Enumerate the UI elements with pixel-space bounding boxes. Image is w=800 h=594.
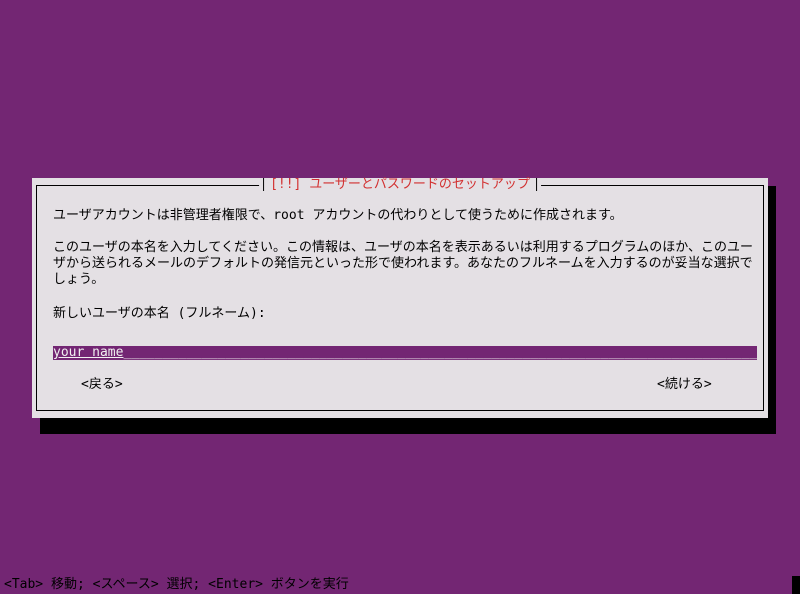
dialog-frame: [!!] ユーザーとパスワードのセットアップ ユーザアカウントは非管理者権限で、… — [36, 178, 764, 411]
full-name-input[interactable]: your name_______________________________… — [53, 346, 757, 360]
dialog-title: [!!] ユーザーとパスワードのセットアップ — [259, 178, 541, 191]
cursor-block — [792, 576, 800, 594]
full-name-prompt: 新しいユーザの本名 (フルネーム): — [53, 306, 266, 321]
installer-screen: [!!] ユーザーとパスワードのセットアップ ユーザアカウントは非管理者権限で、… — [0, 0, 800, 594]
full-name-input-value[interactable]: your name — [53, 346, 124, 360]
intro-text: ユーザアカウントは非管理者権限で、root アカウントの代わりとして使うために作… — [53, 208, 623, 223]
user-setup-dialog: [!!] ユーザーとパスワードのセットアップ ユーザアカウントは非管理者権限で、… — [32, 178, 768, 418]
description-text: このユーザの本名を入力してください。この情報は、ユーザの本名を表示あるいは利用す… — [53, 240, 754, 287]
input-filler: ________________________________________… — [123, 346, 757, 360]
continue-button[interactable]: <続ける> — [657, 377, 712, 393]
keyboard-help-status-bar: <Tab> 移動; <スペース> 選択; <Enter> ボタンを実行 — [4, 577, 349, 592]
back-button[interactable]: <戻る> — [81, 377, 123, 393]
